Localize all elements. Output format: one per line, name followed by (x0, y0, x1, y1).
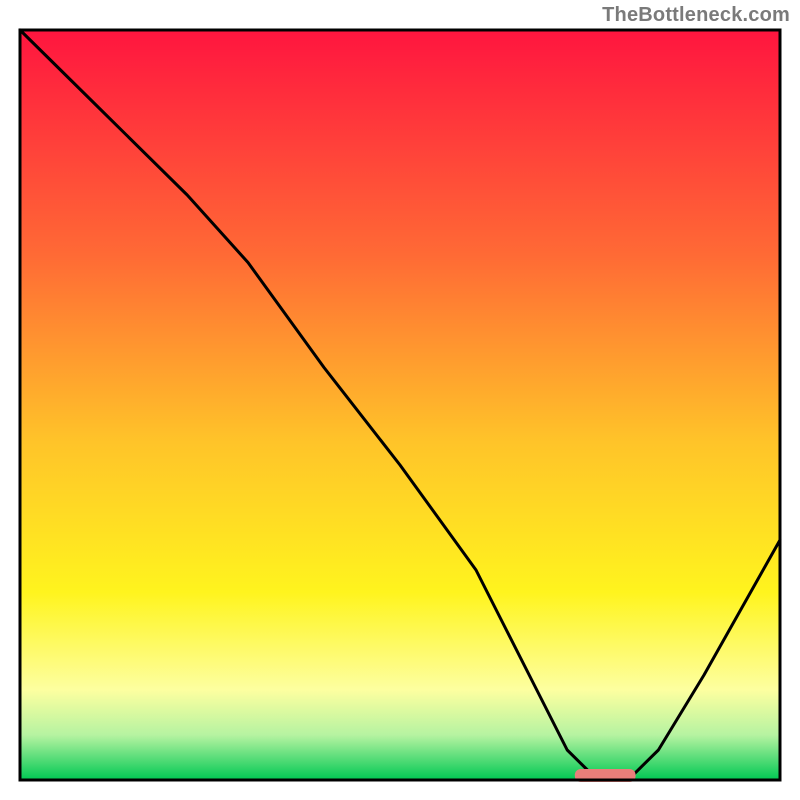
watermark-text: TheBottleneck.com (602, 4, 790, 27)
bottleneck-chart (0, 0, 800, 800)
